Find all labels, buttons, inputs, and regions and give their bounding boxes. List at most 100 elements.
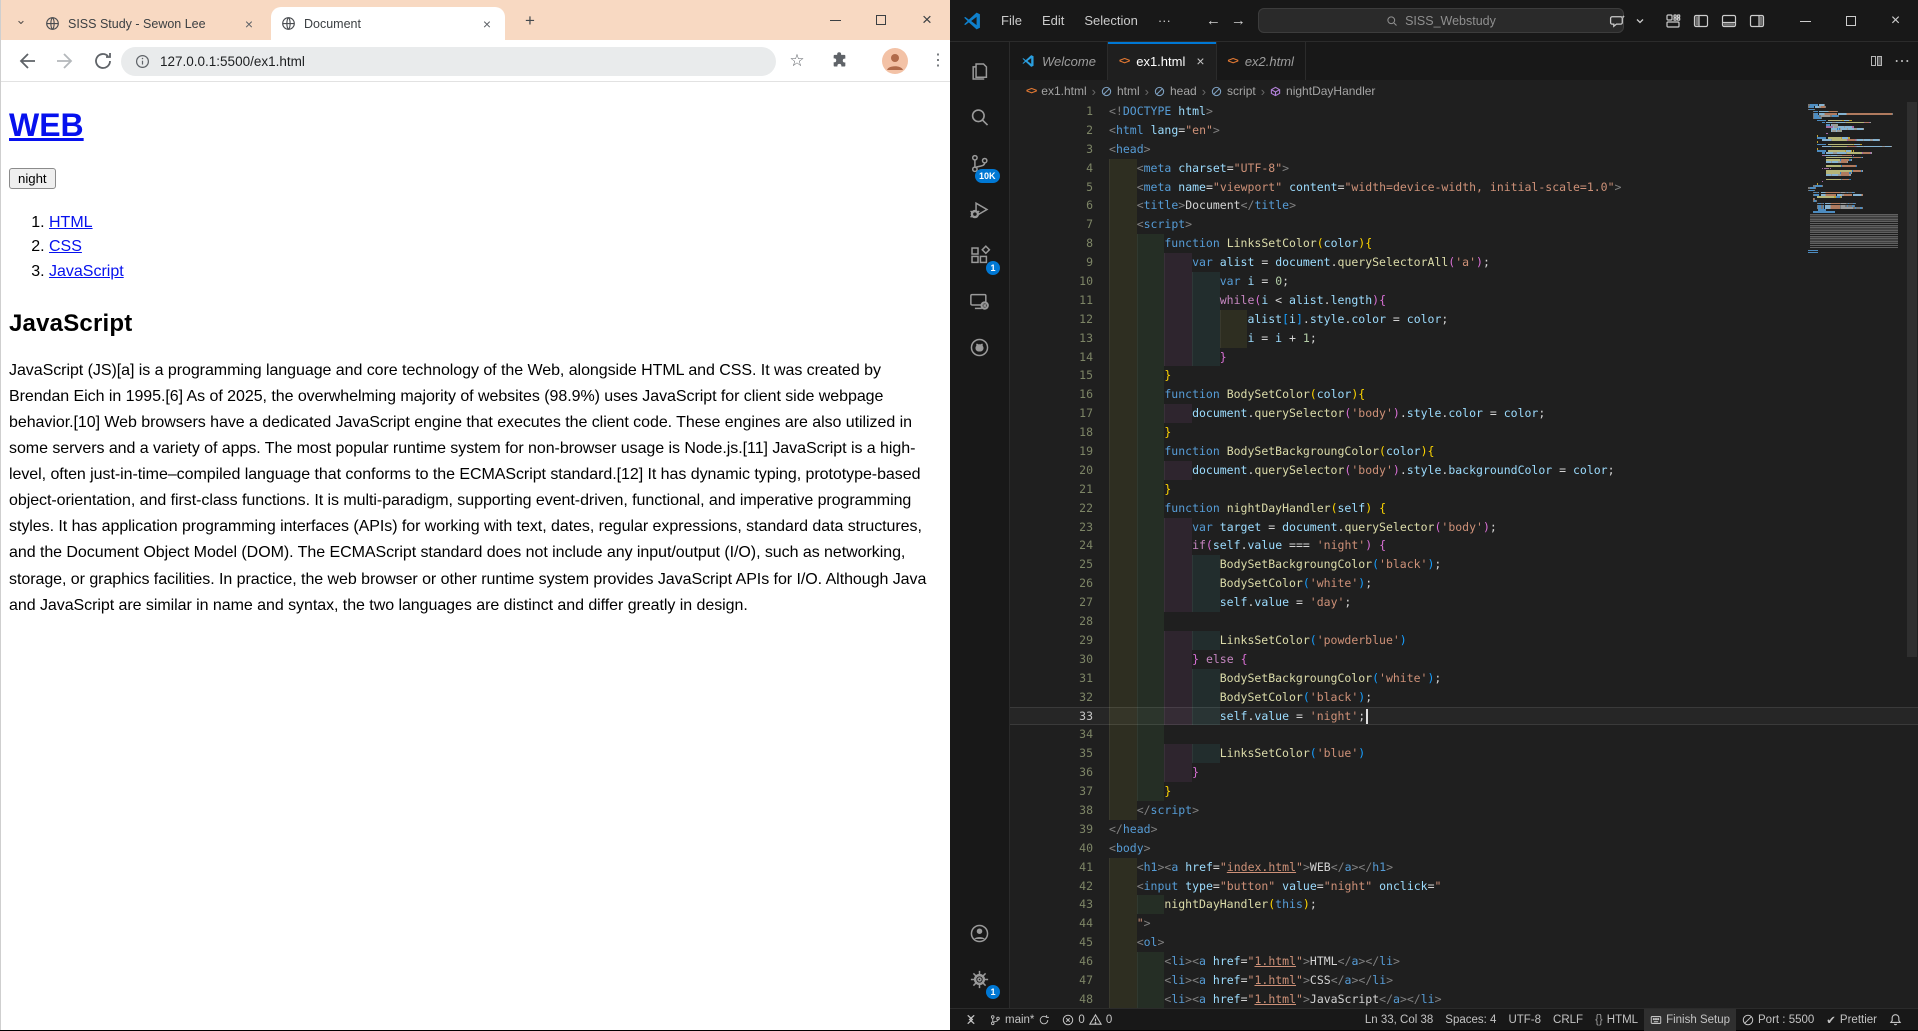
code-line-41[interactable]: 41<h1><a href="index.html">WEB</a></h1> (1010, 858, 1918, 877)
language-mode[interactable]: {}HTML (1589, 1009, 1644, 1031)
code-line-29[interactable]: 29LinksSetColor('powderblue') (1010, 631, 1918, 650)
breadcrumb-function[interactable]: nightDayHandler (1286, 84, 1375, 98)
code-line-18[interactable]: 18} (1010, 423, 1918, 442)
code-line-4[interactable]: 4<meta charset="UTF-8"> (1010, 159, 1918, 178)
reload-button[interactable] (91, 49, 115, 73)
vscode-minimize-button[interactable] (1783, 0, 1828, 42)
code-line-31[interactable]: 31BodySetBackgroungColor('white'); (1010, 669, 1918, 688)
search-icon[interactable] (956, 94, 1004, 140)
bookmark-star-icon[interactable]: ☆ (785, 49, 809, 73)
breadcrumb-head[interactable]: head (1170, 84, 1197, 98)
browser-close-button[interactable]: × (904, 0, 950, 40)
breadcrumb-html[interactable]: html (1117, 84, 1140, 98)
html-link[interactable]: HTML (49, 214, 93, 231)
code-line-39[interactable]: 39</head> (1010, 820, 1918, 839)
settings-gear-icon[interactable]: 1 (956, 956, 1004, 1002)
menu-edit[interactable]: Edit (1033, 9, 1073, 32)
eol-setting[interactable]: CRLF (1547, 1009, 1589, 1031)
nav-back-icon[interactable]: ← (1206, 12, 1221, 29)
finish-setup-button[interactable]: Finish Setup (1644, 1009, 1736, 1031)
code-line-21[interactable]: 21} (1010, 480, 1918, 499)
extensions-puzzle-icon[interactable] (829, 49, 853, 73)
code-line-9[interactable]: 9var alist = document.querySelectorAll('… (1010, 253, 1918, 272)
git-branch-status[interactable]: main* (983, 1009, 1056, 1031)
copilot-chat-icon[interactable] (1603, 8, 1631, 34)
remote-indicator[interactable] (958, 1009, 983, 1031)
tab-ex1-html[interactable]: <> ex1.html × (1108, 42, 1217, 80)
command-center-search[interactable]: SISS_Webstudy (1258, 8, 1624, 33)
code-line-14[interactable]: 14} (1010, 348, 1918, 367)
browser-tab-document[interactable]: Document × (271, 7, 505, 40)
indentation-setting[interactable]: Spaces: 4 (1439, 1009, 1502, 1031)
close-tab-icon[interactable]: × (241, 16, 257, 32)
explorer-icon[interactable] (956, 48, 1004, 94)
code-line-8[interactable]: 8function LinksSetColor(color){ (1010, 234, 1918, 253)
address-bar[interactable]: 127.0.0.1:5500/ex1.html (121, 47, 776, 76)
code-line-15[interactable]: 15} (1010, 366, 1918, 385)
code-line-45[interactable]: 45<ol> (1010, 933, 1918, 952)
code-line-20[interactable]: 20document.querySelector('body').style.b… (1010, 461, 1918, 480)
forward-button[interactable] (53, 49, 77, 73)
prettier-status[interactable]: ✔Prettier (1820, 1009, 1883, 1031)
split-editor-icon[interactable] (1871, 56, 1883, 66)
web-home-link[interactable]: WEB (9, 107, 84, 143)
browser-minimize-button[interactable] (812, 0, 858, 40)
browser-menu-icon[interactable]: ⋮ (926, 49, 950, 73)
customize-layout-icon[interactable] (1659, 8, 1687, 34)
code-line-25[interactable]: 25BodySetBackgroungColor('black'); (1010, 555, 1918, 574)
code-line-33[interactable]: 33self.value = 'night'; (1010, 707, 1918, 726)
breadcrumb-file[interactable]: ex1.html (1041, 84, 1086, 98)
chevron-down-icon[interactable] (1631, 8, 1649, 34)
code-line-40[interactable]: 40<body> (1010, 839, 1918, 858)
extensions-icon[interactable]: 1 (956, 232, 1004, 278)
run-debug-icon[interactable] (956, 186, 1004, 232)
tab-search-button[interactable]: ⌄ (9, 9, 33, 33)
tab-ex2-html[interactable]: <> ex2.html (1217, 42, 1306, 80)
tab-welcome[interactable]: Welcome (1010, 42, 1108, 80)
code-line-38[interactable]: 38</script> (1010, 801, 1918, 820)
code-line-34[interactable]: 34 (1010, 725, 1918, 744)
code-line-42[interactable]: 42<input type="button" value="night" onc… (1010, 877, 1918, 896)
breadcrumb-script[interactable]: script (1227, 84, 1256, 98)
vscode-close-button[interactable]: × (1873, 0, 1918, 42)
code-line-43[interactable]: 43nightDayHandler(this); (1010, 895, 1918, 914)
code-line-48[interactable]: 48<li><a href="1.html">JavaScript</a></l… (1010, 990, 1918, 1008)
code-editor[interactable]: 1<!DOCTYPE html>2<html lang="en">3<head>… (1010, 102, 1918, 1008)
css-link[interactable]: CSS (49, 238, 82, 255)
code-line-23[interactable]: 23var target = document.querySelector('b… (1010, 518, 1918, 537)
site-info-icon[interactable] (135, 54, 150, 69)
code-line-44[interactable]: 44"> (1010, 914, 1918, 933)
code-line-35[interactable]: 35LinksSetColor('blue') (1010, 744, 1918, 763)
profile-avatar[interactable] (882, 48, 908, 74)
code-line-11[interactable]: 11while(i < alist.length){ (1010, 291, 1918, 310)
code-line-10[interactable]: 10var i = 0; (1010, 272, 1918, 291)
editor-more-actions-icon[interactable]: ⋯ (1894, 51, 1910, 71)
code-line-32[interactable]: 32BodySetColor('black'); (1010, 688, 1918, 707)
browser-maximize-button[interactable] (858, 0, 904, 40)
code-line-24[interactable]: 24if(self.value === 'night') { (1010, 536, 1918, 555)
cursor-position[interactable]: Ln 33, Col 38 (1359, 1009, 1439, 1031)
browser-tab-siss-study[interactable]: SISS Study - Sewon Lee × (35, 7, 267, 40)
editor-scrollbar[interactable] (1907, 102, 1917, 657)
night-mode-button[interactable]: night (9, 168, 56, 189)
vscode-maximize-button[interactable] (1828, 0, 1873, 42)
code-line-12[interactable]: 12alist[i].style.color = color; (1010, 310, 1918, 329)
minimap[interactable] (1808, 104, 1904, 254)
code-line-6[interactable]: 6<title>Document</title> (1010, 196, 1918, 215)
code-line-47[interactable]: 47<li><a href="1.html">CSS</a></li> (1010, 971, 1918, 990)
code-line-5[interactable]: 5<meta name="viewport" content="width=de… (1010, 178, 1918, 197)
code-line-17[interactable]: 17document.querySelector('body').style.c… (1010, 404, 1918, 423)
notifications-bell-icon[interactable] (1883, 1009, 1908, 1031)
code-line-16[interactable]: 16function BodySetColor(color){ (1010, 385, 1918, 404)
code-line-7[interactable]: 7<script> (1010, 215, 1918, 234)
code-line-13[interactable]: 13i = i + 1; (1010, 329, 1918, 348)
code-line-22[interactable]: 22function nightDayHandler(self) { (1010, 499, 1918, 518)
close-tab-icon[interactable]: × (1196, 53, 1204, 69)
code-line-36[interactable]: 36} (1010, 763, 1918, 782)
toggle-panel-icon[interactable] (1715, 8, 1743, 34)
code-line-3[interactable]: 3<head> (1010, 140, 1918, 159)
menu-file[interactable]: File (992, 9, 1031, 32)
accounts-icon[interactable] (956, 910, 1004, 956)
code-line-37[interactable]: 37} (1010, 782, 1918, 801)
encoding-setting[interactable]: UTF-8 (1502, 1009, 1547, 1031)
